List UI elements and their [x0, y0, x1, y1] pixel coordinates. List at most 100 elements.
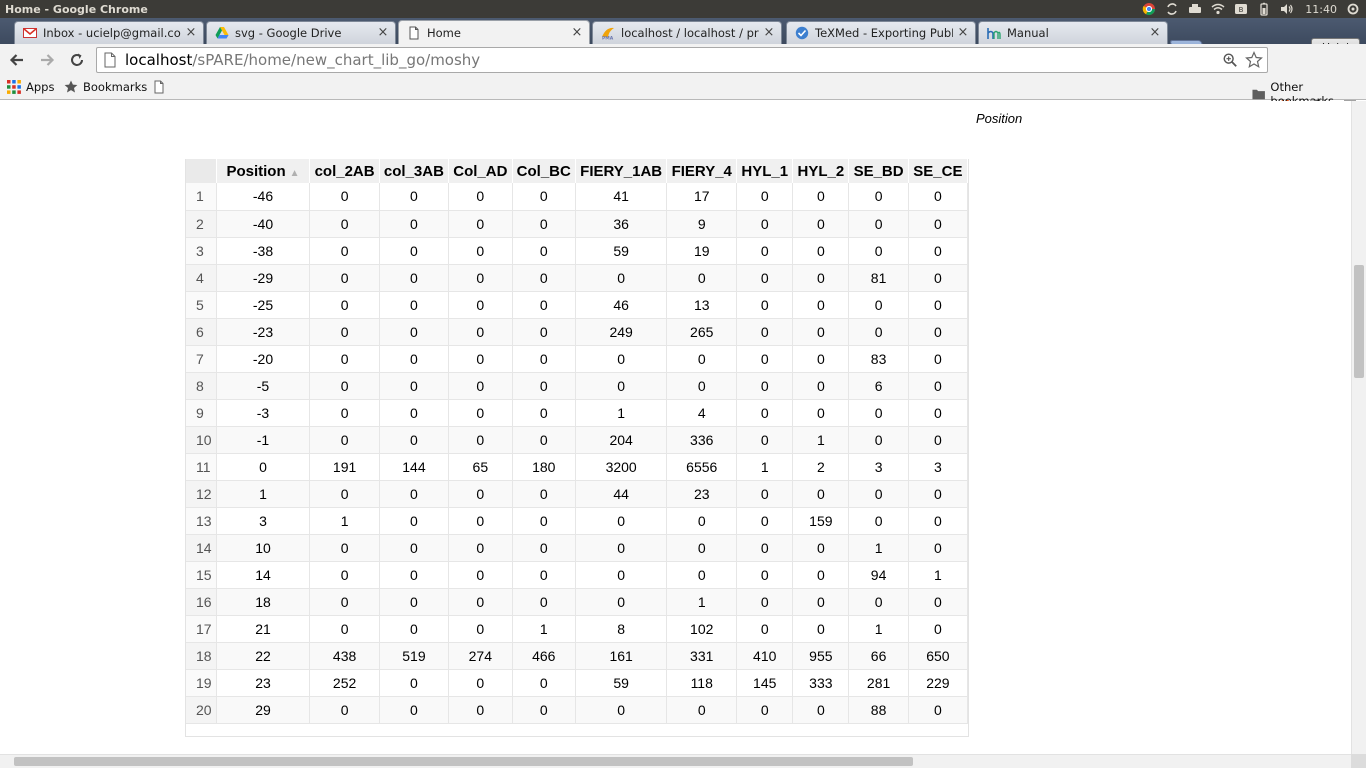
table-cell[interactable]: 88	[848, 696, 909, 724]
table-cell[interactable]: 0	[448, 318, 513, 346]
sort-ascending-icon[interactable]: ▲	[290, 168, 300, 179]
table-cell[interactable]: 0	[448, 615, 513, 643]
table-cell[interactable]: 0	[309, 291, 380, 319]
table-cell[interactable]: 0	[848, 480, 909, 508]
table-cell[interactable]: 9	[666, 210, 738, 238]
table-cell[interactable]: 0	[575, 345, 668, 373]
table-cell[interactable]: 0	[666, 696, 738, 724]
table-cell[interactable]: 2	[792, 453, 850, 481]
table-cell[interactable]: 0	[379, 696, 450, 724]
table-cell[interactable]: 1	[848, 615, 909, 643]
table-cell[interactable]: 0	[575, 588, 668, 616]
power-gear-icon[interactable]	[1346, 2, 1360, 16]
table-cell[interactable]: 46	[575, 291, 668, 319]
page-info-icon[interactable]	[103, 52, 117, 68]
table-cell[interactable]: 23	[666, 480, 738, 508]
close-tab-icon[interactable]: ×	[185, 26, 197, 39]
table-cell[interactable]: 650	[908, 642, 969, 670]
table-cell[interactable]: 0	[448, 399, 513, 427]
table-cell[interactable]: 0	[448, 210, 513, 238]
table-cell[interactable]: 0	[908, 183, 969, 211]
table-cell[interactable]: 410	[736, 642, 794, 670]
battery-icon[interactable]	[1257, 2, 1271, 16]
table-row[interactable]: 5 -25 0 0 0 0 46 13 0 0 0 0	[186, 291, 969, 319]
table-cell[interactable]: 0	[792, 291, 850, 319]
table-cell[interactable]: 0	[512, 291, 576, 319]
close-tab-icon[interactable]: ×	[571, 26, 583, 39]
column-header[interactable]: Col_BC	[512, 159, 576, 183]
column-header[interactable]: FIERY_1AB	[575, 159, 668, 183]
table-cell[interactable]: 0	[736, 372, 794, 400]
table-cell[interactable]: 0	[736, 561, 794, 589]
table-cell[interactable]: 0	[512, 264, 576, 292]
table-cell[interactable]: 0	[448, 264, 513, 292]
bookmarks-folder[interactable]: Bookmarks	[64, 80, 147, 94]
table-cell[interactable]: -1	[216, 426, 311, 454]
table-cell[interactable]: 0	[379, 372, 450, 400]
table-cell[interactable]: 1	[309, 507, 380, 535]
table-cell[interactable]: 0	[512, 669, 576, 697]
column-header[interactable]: SE_CE	[908, 159, 969, 183]
table-cell[interactable]: 13	[666, 291, 738, 319]
table-cell[interactable]: 10	[216, 534, 311, 562]
table-cell[interactable]: 0	[736, 534, 794, 562]
table-cell[interactable]: 252	[309, 669, 380, 697]
table-cell[interactable]: 0	[848, 507, 909, 535]
tab-google-drive[interactable]: svg - Google Drive ×	[206, 21, 396, 44]
table-cell[interactable]: 0	[512, 507, 576, 535]
tab-home[interactable]: Home ×	[398, 20, 590, 44]
table-cell[interactable]: 0	[736, 399, 794, 427]
table-cell[interactable]: 0	[736, 210, 794, 238]
table-cell[interactable]: -3	[216, 399, 311, 427]
table-cell[interactable]: 0	[666, 264, 738, 292]
table-cell[interactable]: 331	[666, 642, 738, 670]
table-cell[interactable]: -20	[216, 345, 311, 373]
table-cell[interactable]: 0	[512, 534, 576, 562]
vertical-scrollbar[interactable]	[1351, 101, 1366, 754]
table-cell[interactable]: 0	[379, 426, 450, 454]
table-cell[interactable]: 36	[575, 210, 668, 238]
tab-texmed[interactable]: TeXMed - Exporting PubMed ×	[786, 21, 976, 44]
table-cell[interactable]: 191	[309, 453, 380, 481]
table-row[interactable]: 3 -38 0 0 0 0 59 19 0 0 0 0	[186, 237, 969, 265]
table-cell[interactable]: 0	[792, 237, 850, 265]
table-row[interactable]: 16 18 0 0 0 0 0 1 0 0 0 0	[186, 588, 969, 616]
table-cell[interactable]: 0	[309, 696, 380, 724]
table-cell[interactable]: 8	[575, 615, 668, 643]
table-cell[interactable]: 336	[666, 426, 738, 454]
table-cell[interactable]: 0	[666, 372, 738, 400]
table-cell[interactable]: 333	[792, 669, 850, 697]
table-cell[interactable]: 0	[666, 561, 738, 589]
table-cell[interactable]: 0	[908, 345, 969, 373]
table-cell[interactable]: 0	[848, 399, 909, 427]
table-cell[interactable]: 18	[216, 588, 311, 616]
table-cell[interactable]: 19	[666, 237, 738, 265]
table-cell[interactable]: -29	[216, 264, 311, 292]
table-cell[interactable]: 0	[575, 507, 668, 535]
table-cell[interactable]: 14	[216, 561, 311, 589]
table-cell[interactable]: 0	[575, 372, 668, 400]
tab-gmail[interactable]: Inbox - ucielp@gmail.com - G ×	[14, 21, 204, 44]
table-cell[interactable]: 0	[792, 480, 850, 508]
bookmark-star-icon[interactable]	[1245, 51, 1263, 69]
table-cell[interactable]: 0	[848, 588, 909, 616]
table-cell[interactable]: 0	[908, 372, 969, 400]
table-cell[interactable]: 3	[848, 453, 909, 481]
column-header[interactable]: SE_BD	[848, 159, 909, 183]
table-cell[interactable]: 204	[575, 426, 668, 454]
table-cell[interactable]: 0	[309, 588, 380, 616]
table-cell[interactable]: 0	[736, 345, 794, 373]
table-cell[interactable]: 0	[512, 588, 576, 616]
table-cell[interactable]: 0	[216, 453, 311, 481]
column-header[interactable]: HYL_2	[792, 159, 850, 183]
table-cell[interactable]: 0	[792, 615, 850, 643]
table-cell[interactable]: 0	[575, 561, 668, 589]
horizontal-scrollbar[interactable]	[0, 754, 1351, 768]
table-cell[interactable]: 0	[736, 318, 794, 346]
table-cell[interactable]: 29	[216, 696, 311, 724]
table-cell[interactable]: 6	[848, 372, 909, 400]
table-row[interactable]: 18 22 438 519 274 466 161 331 410 955 66 650	[186, 642, 969, 670]
table-cell[interactable]: 23	[216, 669, 311, 697]
table-cell[interactable]: 3	[908, 453, 969, 481]
table-cell[interactable]: 0	[575, 264, 668, 292]
